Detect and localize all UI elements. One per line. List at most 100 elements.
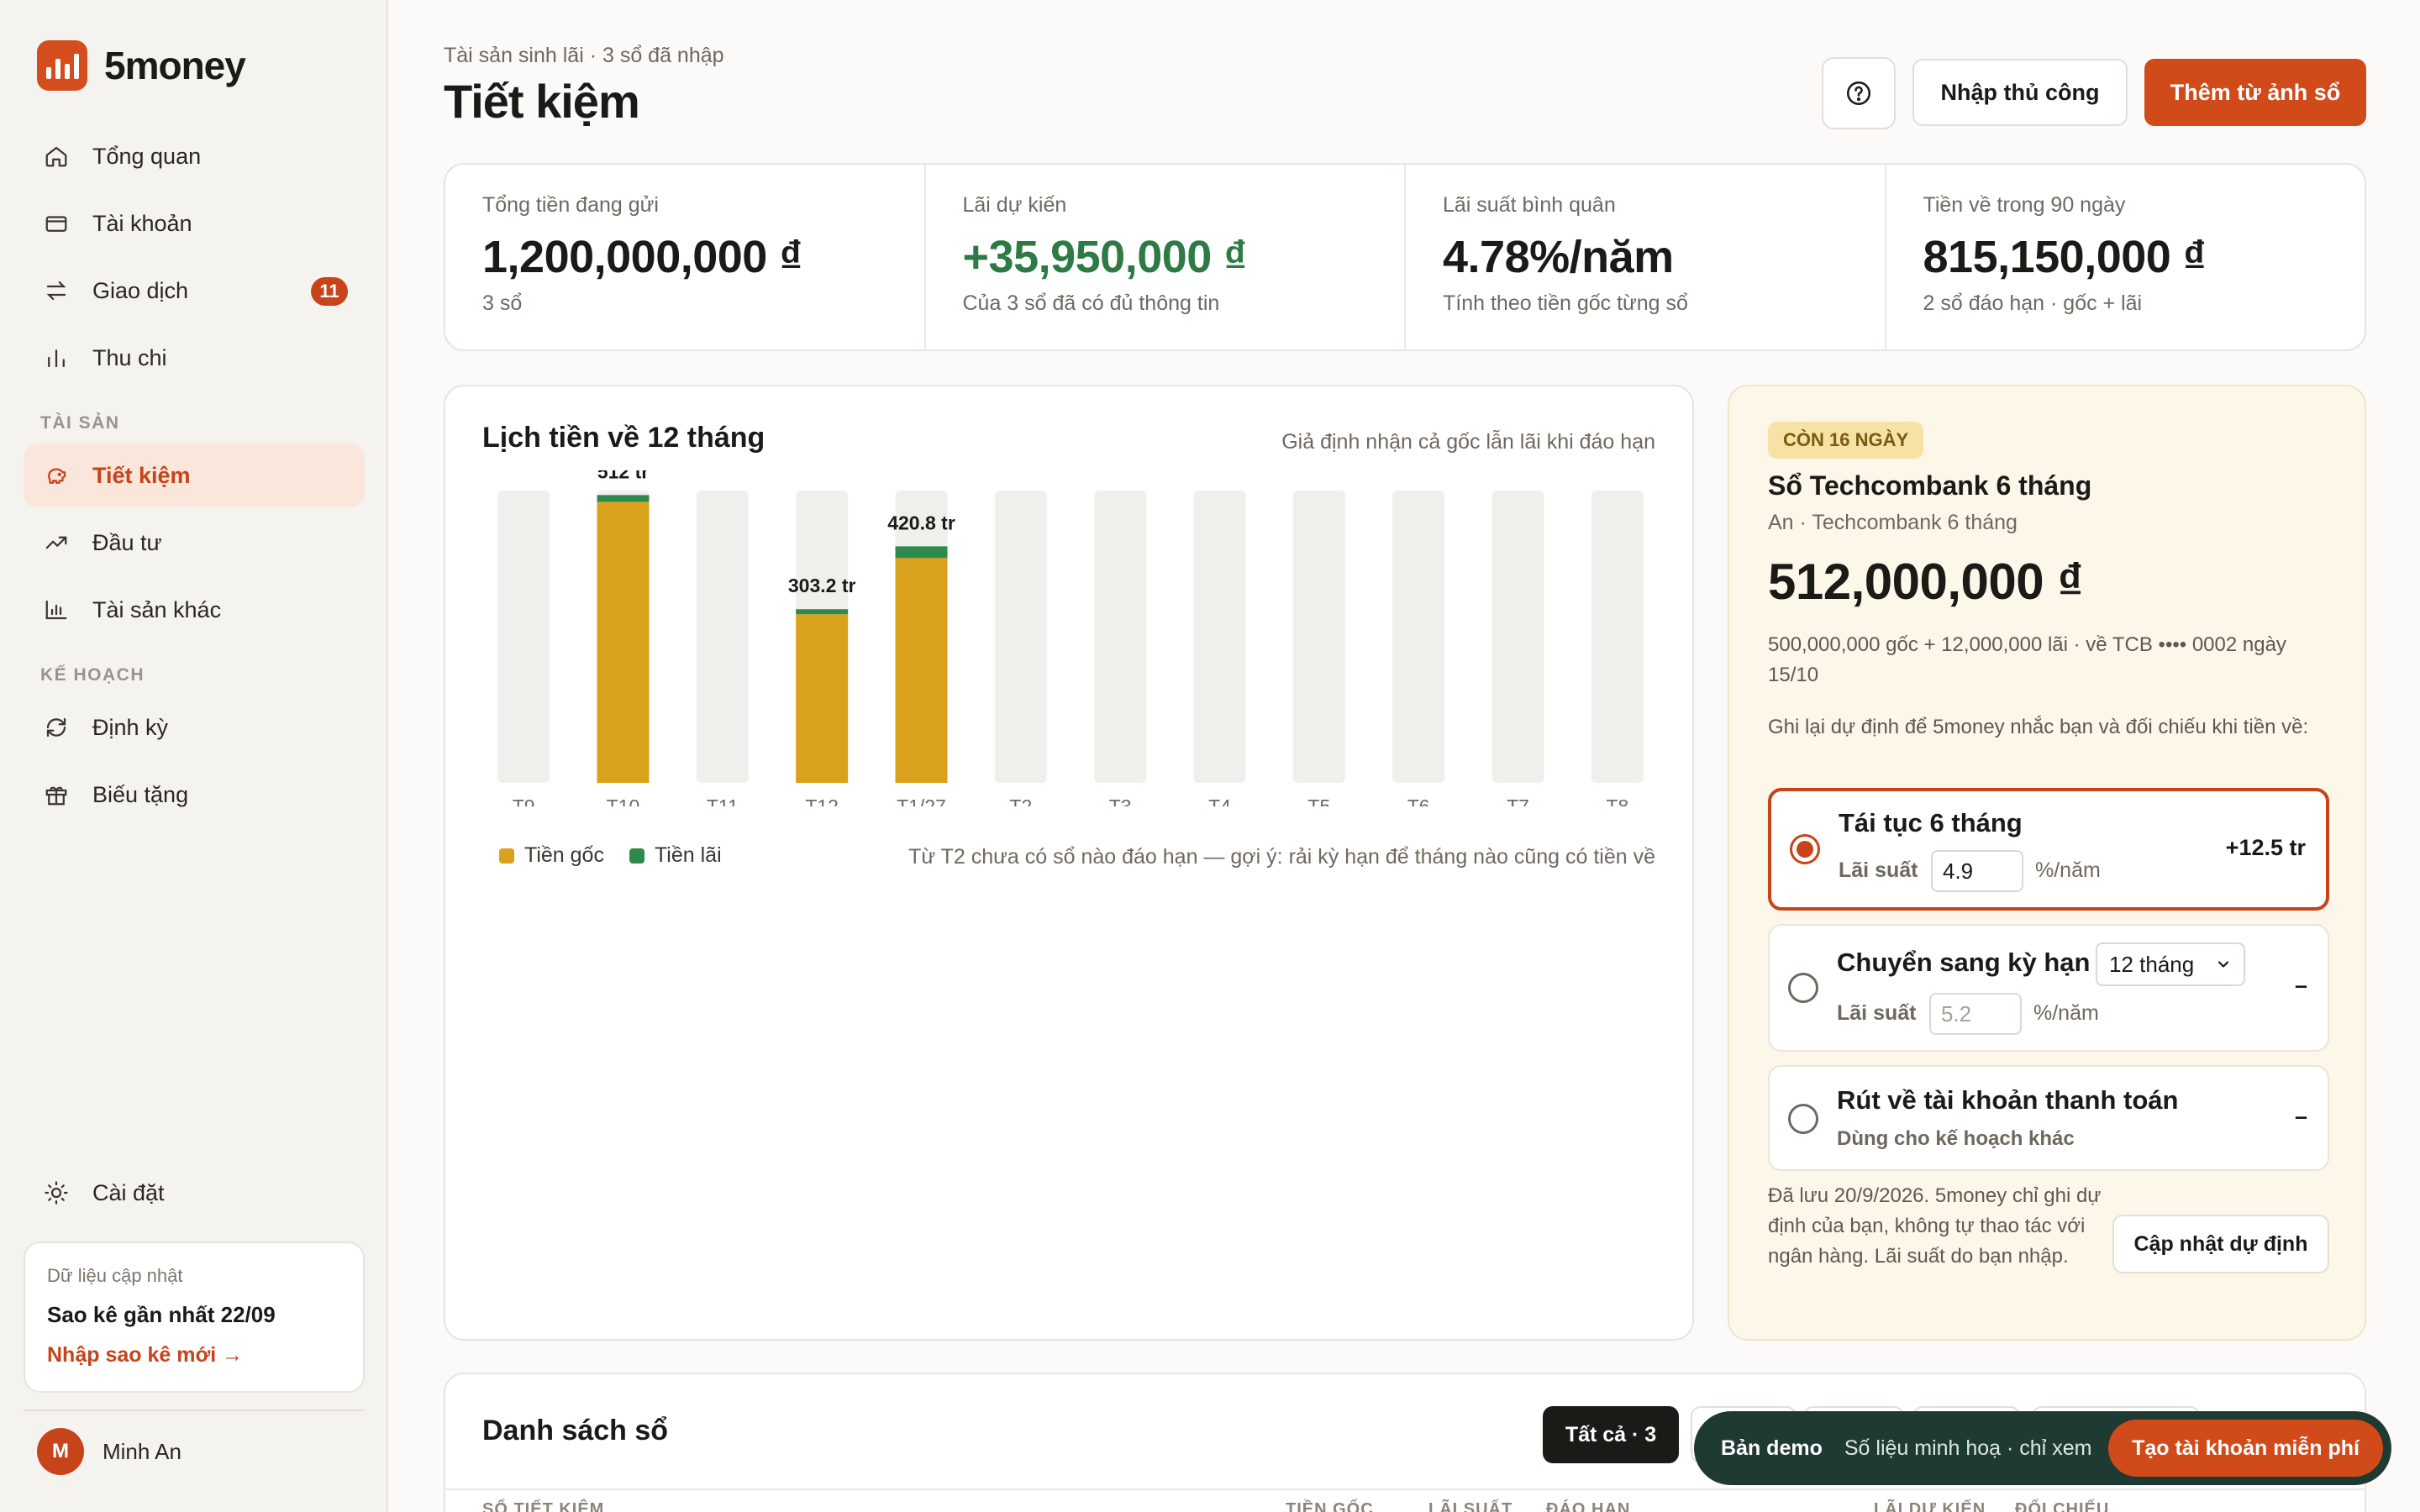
rate-label: Lãi suất bbox=[1839, 858, 1918, 882]
manual-entry-button[interactable]: Nhập thủ công bbox=[1912, 59, 2128, 126]
bar-chart-icon bbox=[42, 344, 71, 372]
saved-note: Đã lưu 20/9/2026. 5money chỉ ghi dự định… bbox=[1768, 1184, 2102, 1268]
rate-unit: %/năm bbox=[2033, 1001, 2099, 1025]
x-tick-label: T9 bbox=[513, 795, 535, 806]
demo-text: Số liệu minh hoạ · chỉ xem bbox=[1844, 1436, 2092, 1460]
update-card-value: Sao kê gần nhất 22/09 bbox=[47, 1302, 276, 1327]
sidebar-item-accounts[interactable]: Tài khoản bbox=[24, 192, 365, 255]
stat-note: Tính theo tiền gốc từng sổ bbox=[1443, 291, 1688, 315]
sidebar-item-other-assets[interactable]: Tài sản khác bbox=[24, 578, 365, 642]
new-term-rate-input[interactable] bbox=[1929, 993, 2022, 1035]
column-header-reconcile: ĐỐI CHIẾU bbox=[2015, 1500, 2110, 1512]
sidebar-item-recurring[interactable]: Định kỳ bbox=[24, 696, 365, 759]
sidebar-item-savings[interactable]: Tiết kiệm bbox=[24, 444, 365, 507]
app-logo[interactable]: 5money bbox=[37, 40, 246, 91]
intent-prompt: Ghi lại dự định để 5money nhắc bạn và đố… bbox=[1768, 716, 2309, 738]
book-list-title: Danh sách sổ bbox=[482, 1415, 669, 1446]
column-header-rate: LÃI SUẤT bbox=[1428, 1500, 1513, 1512]
column-header-book: SỔ TIẾT KIỆM bbox=[482, 1500, 605, 1512]
add-from-photo-button[interactable]: Thêm từ ảnh sổ bbox=[2144, 59, 2366, 126]
filter-all-tab[interactable]: Tất cả · 3 bbox=[1543, 1406, 1679, 1463]
user-profile[interactable]: M Minh An bbox=[37, 1428, 182, 1475]
sidebar-item-label: Tài khoản bbox=[92, 210, 192, 236]
trend-up-icon bbox=[42, 528, 71, 557]
chart-icon bbox=[42, 596, 71, 624]
home-icon bbox=[42, 142, 71, 171]
x-tick-label: T2 bbox=[1009, 795, 1032, 806]
option-withdraw-radio[interactable] bbox=[1788, 1104, 1818, 1134]
bar-track bbox=[1193, 491, 1246, 783]
update-intent-button[interactable]: Cập nhật dự định bbox=[2112, 1215, 2329, 1273]
column-header-expected-interest: LÃI DỰ KIẾN bbox=[1874, 1500, 1986, 1512]
avatar: M bbox=[37, 1428, 84, 1475]
bar-track bbox=[1392, 491, 1445, 783]
bar-principal bbox=[597, 501, 650, 783]
bar-track bbox=[497, 491, 550, 783]
option-title: Chuyển sang kỳ hạn bbox=[1837, 948, 2091, 977]
option-title: Rút về tài khoản thanh toán bbox=[1837, 1085, 2179, 1115]
stat-note: 2 sổ đáo hạn · gốc + lãi bbox=[1923, 291, 2143, 315]
bar-principal bbox=[895, 558, 948, 783]
sidebar-item-label: Biếu tặng bbox=[92, 781, 189, 807]
sidebar-item-gifts[interactable]: Biếu tặng bbox=[24, 763, 365, 827]
column-header-principal: TIỀN GỐC bbox=[1286, 1500, 1374, 1512]
stat-label: Tổng tiền đang gửi bbox=[482, 193, 659, 217]
renew-rate-input[interactable] bbox=[1931, 850, 2023, 892]
main-nav: Tổng quan Tài khoản Giao dịch 11 Thu chi… bbox=[24, 124, 365, 830]
stat-value: 815,150,000 ₫ bbox=[1923, 232, 2207, 282]
expected-gain: +12.5 tr bbox=[2225, 835, 2306, 860]
bar-interest bbox=[796, 609, 849, 615]
logo-icon bbox=[37, 40, 87, 91]
option-renew-radio[interactable] bbox=[1790, 834, 1820, 864]
x-tick-label: T1/27 bbox=[897, 795, 946, 806]
section-plan-heading: KẾ HOẠCH bbox=[40, 665, 145, 685]
x-tick-label: T10 bbox=[607, 795, 640, 806]
expected-gain: – bbox=[2294, 973, 2307, 998]
option-renew[interactable]: Tái tục 6 tháng Lãi suất %/năm +12.5 tr bbox=[1768, 788, 2329, 911]
sidebar-item-investments[interactable]: Đầu tư bbox=[24, 511, 365, 575]
x-tick-label: T11 bbox=[707, 795, 739, 806]
cashflow-chart-card: Lịch tiền về 12 tháng Giả định nhận cả g… bbox=[444, 385, 1694, 1341]
demo-label: Bản demo bbox=[1721, 1436, 1823, 1460]
wallet-icon bbox=[42, 209, 71, 238]
bar-interest bbox=[895, 546, 948, 559]
sidebar-item-overview[interactable]: Tổng quan bbox=[24, 124, 365, 188]
book-name: Sổ Techcombank 6 tháng bbox=[1768, 470, 2092, 501]
rate-label: Lãi suất bbox=[1837, 1001, 1917, 1025]
transactions-count-badge: 11 bbox=[311, 277, 348, 306]
x-tick-label: T12 bbox=[805, 795, 839, 806]
demo-banner: Bản demo Số liệu minh hoạ · chỉ xem Tạo … bbox=[1694, 1411, 2391, 1485]
summary-stats: Tổng tiền đang gửi 1,200,000,000 ₫ 3 sổ … bbox=[444, 163, 2366, 351]
update-card-label: Dữ liệu cập nhật bbox=[47, 1265, 183, 1286]
days-left-badge: CÒN 16 NGÀY bbox=[1768, 422, 1924, 459]
book-amount: 512,000,000 ₫ bbox=[1768, 554, 2083, 610]
option-change-term-radio[interactable] bbox=[1788, 973, 1818, 1003]
import-statement-link[interactable]: Nhập sao kê mới → bbox=[47, 1343, 341, 1368]
section-assets-heading: TÀI SẢN bbox=[40, 413, 120, 433]
piggy-bank-icon bbox=[42, 461, 71, 490]
create-account-button[interactable]: Tạo tài khoản miễn phí bbox=[2108, 1420, 2383, 1477]
sidebar-item-income-expense[interactable]: Thu chi bbox=[24, 326, 365, 390]
page-title: Tiết kiệm bbox=[444, 75, 640, 128]
bar-track bbox=[1094, 491, 1147, 783]
option-change-term[interactable]: Chuyển sang kỳ hạn 12 tháng Lãi suất %/n… bbox=[1768, 924, 2329, 1052]
x-tick-label: T5 bbox=[1307, 795, 1330, 806]
chart-legend: Tiền gốc Tiền lãi bbox=[499, 843, 722, 868]
legend-interest: Tiền lãi bbox=[629, 843, 722, 868]
bar-track bbox=[1491, 491, 1544, 783]
sidebar-item-transactions[interactable]: Giao dịch 11 bbox=[24, 259, 365, 323]
stat-label: Lãi dự kiến bbox=[962, 193, 1067, 217]
help-button[interactable] bbox=[1822, 57, 1896, 129]
stat-total-deposit: Tổng tiền đang gửi 1,200,000,000 ₫ 3 sổ bbox=[445, 165, 926, 349]
x-tick-label: T6 bbox=[1407, 795, 1430, 806]
term-select[interactable]: 12 tháng bbox=[2096, 942, 2245, 986]
option-title: Tái tục 6 tháng bbox=[1839, 808, 2023, 837]
sidebar-item-settings[interactable]: Cài đặt bbox=[24, 1161, 365, 1225]
sidebar-item-label: Cài đặt bbox=[92, 1179, 165, 1205]
stat-expected-interest: Lãi dự kiến +35,950,000 ₫ Của 3 sổ đã có… bbox=[926, 165, 1406, 349]
term-select-value: 12 tháng bbox=[2109, 951, 2195, 977]
option-withdraw[interactable]: Rút về tài khoản thanh toán Dùng cho kế … bbox=[1768, 1065, 2329, 1171]
data-update-card: Dữ liệu cập nhật Sao kê gần nhất 22/09 N… bbox=[24, 1242, 365, 1393]
bar-value-label: 420.8 tr bbox=[887, 512, 955, 533]
book-breakdown: 500,000,000 gốc + 12,000,000 lãi · về TC… bbox=[1768, 633, 2286, 686]
